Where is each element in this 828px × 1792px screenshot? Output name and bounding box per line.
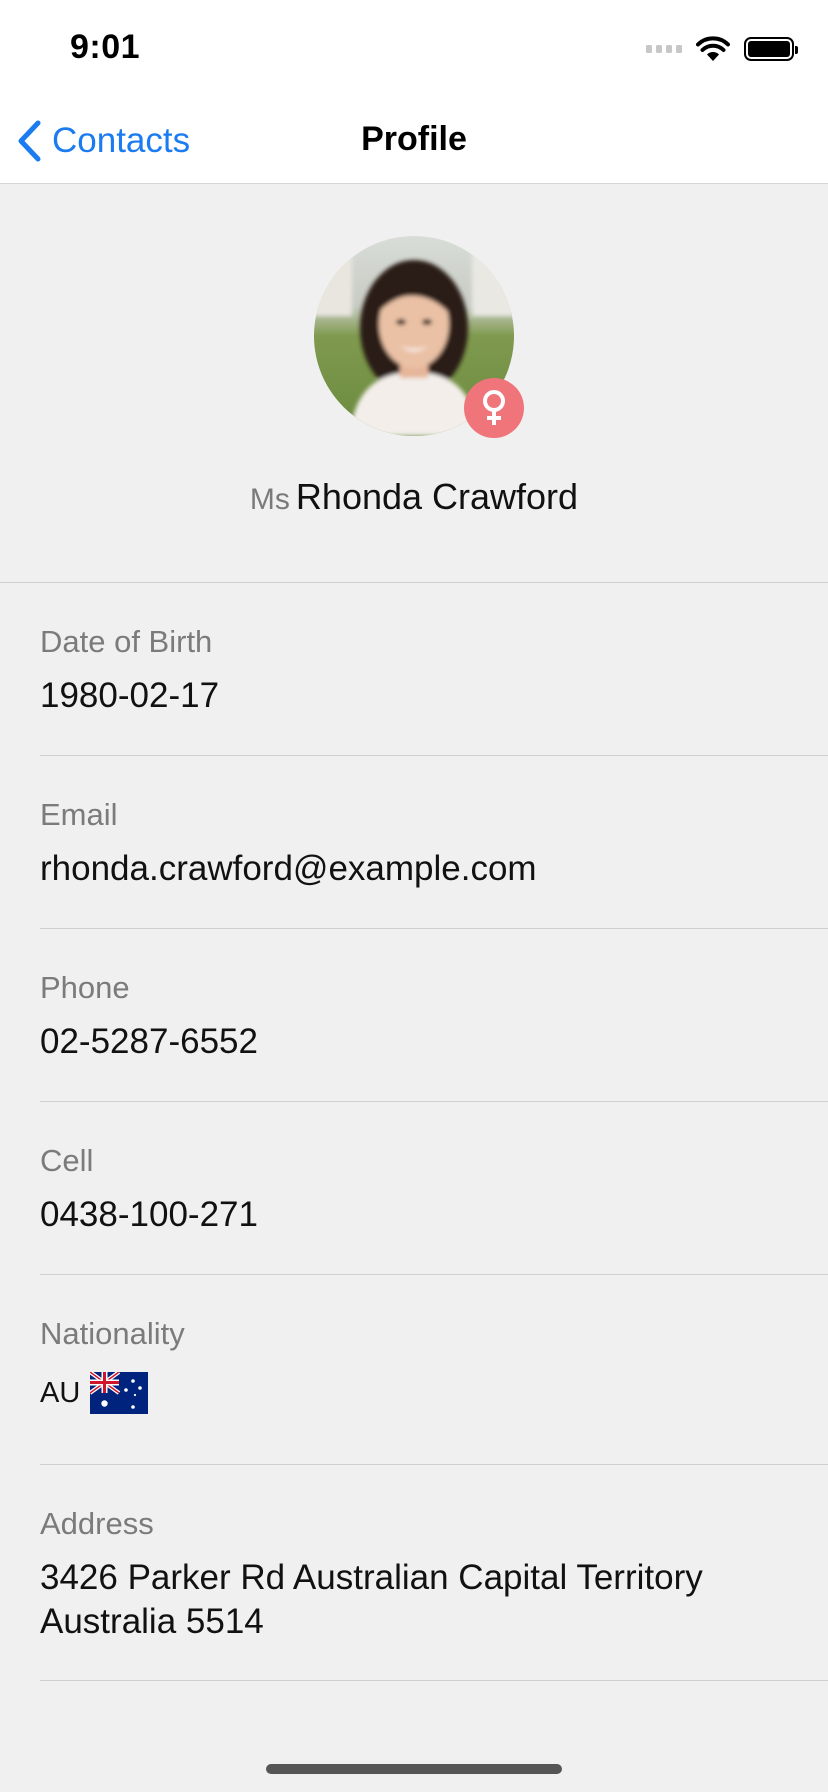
row-divider <box>40 1464 828 1465</box>
cell-row[interactable]: Cell 0438-100-271 <box>40 1143 828 1237</box>
cellular-signal-icon <box>646 45 682 53</box>
status-icons <box>646 34 798 64</box>
page-title: Profile <box>361 120 467 158</box>
cell-value[interactable]: 0438-100-271 <box>40 1193 828 1237</box>
row-divider <box>40 1101 828 1102</box>
full-name: Rhonda Crawford <box>295 476 579 517</box>
nationality-label: Nationality <box>40 1316 185 1351</box>
profile-name-line: Ms Rhonda Crawford <box>0 476 828 518</box>
phone-label: Phone <box>40 970 130 1005</box>
avatar-container <box>314 236 524 438</box>
top-bar: 9:01 Contacts Profile <box>0 0 828 184</box>
email-row[interactable]: Email rhonda.crawford@example.com <box>40 797 828 891</box>
australia-flag-icon <box>90 1372 149 1414</box>
address-row[interactable]: Address 3426 Parker Rd Australian Capita… <box>40 1506 780 1644</box>
dob-value: 1980-02-17 <box>40 676 220 715</box>
profile-screen: 9:01 Contacts Profile Ms Rhonda Crawford… <box>0 0 828 1792</box>
gender-badge <box>464 378 524 438</box>
wifi-icon <box>696 36 730 61</box>
nationality-row: Nationality AU <box>40 1316 828 1414</box>
row-divider <box>40 1680 828 1681</box>
row-divider <box>40 755 828 756</box>
phone-row[interactable]: Phone 02-5287-6552 <box>40 970 828 1064</box>
nationality-value: AU <box>40 1372 828 1414</box>
phone-value[interactable]: 02-5287-6552 <box>40 1020 828 1064</box>
status-time: 9:01 <box>70 28 141 66</box>
email-value[interactable]: rhonda.crawford@example.com <box>40 847 828 891</box>
email-label: Email <box>40 797 118 832</box>
cell-label: Cell <box>40 1143 94 1178</box>
nationality-code: AU <box>40 1376 81 1409</box>
dob-label: Date of Birth <box>40 624 213 659</box>
battery-icon <box>744 37 798 61</box>
female-symbol-icon <box>483 390 505 425</box>
row-divider <box>40 928 828 929</box>
address-value[interactable]: 3426 Parker Rd Australian Capital Territ… <box>40 1556 780 1644</box>
home-indicator[interactable] <box>266 1764 562 1774</box>
name-title: Ms <box>249 483 290 516</box>
address-label: Address <box>40 1506 154 1541</box>
dob-row: Date of Birth 1980-02-17 <box>40 624 828 718</box>
row-divider <box>40 1274 828 1275</box>
header-divider <box>0 582 828 583</box>
